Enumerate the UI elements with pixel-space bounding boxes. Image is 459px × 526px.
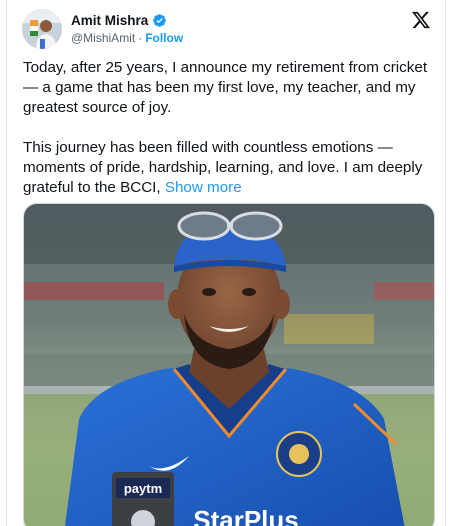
tweet-card: Amit Mishra @MishiAmit · Follow Today, a… <box>6 0 446 526</box>
follow-button[interactable]: Follow <box>145 31 183 45</box>
author-handle-row: @MishiAmit · Follow <box>71 31 183 45</box>
sponsor-left-text: paytm <box>124 481 162 496</box>
verified-badge-icon <box>152 13 167 28</box>
avatar[interactable] <box>22 9 62 49</box>
tweet-text: Today, after 25 years, I announce my ret… <box>23 58 435 198</box>
sponsor-chest-text: StarPlus <box>193 505 299 526</box>
show-more-link[interactable]: Show more <box>165 179 242 196</box>
tweet-photo[interactable]: paytm StarPlus <box>23 203 435 526</box>
tweet-paragraph-2: This journey has been filled with countl… <box>23 138 435 198</box>
author-name[interactable]: Amit Mishra <box>71 13 148 28</box>
x-logo-icon[interactable] <box>411 10 431 30</box>
tweet-paragraph-1: Today, after 25 years, I announce my ret… <box>23 59 428 116</box>
author-name-row: Amit Mishra <box>71 11 167 29</box>
author-handle[interactable]: @MishiAmit <box>71 31 135 45</box>
separator-dot: · <box>138 31 143 45</box>
